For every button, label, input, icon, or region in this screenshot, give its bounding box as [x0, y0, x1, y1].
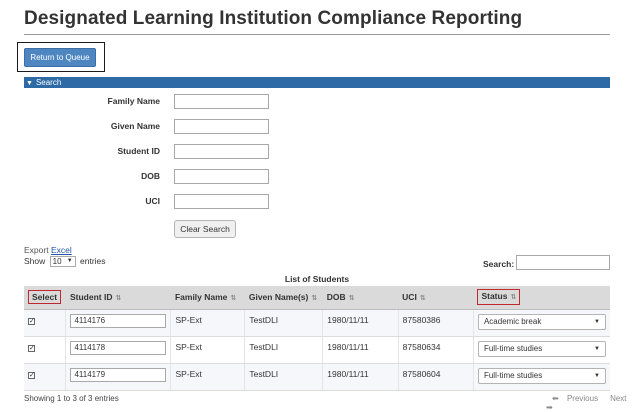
student-id-field[interactable]: 4114178 — [70, 340, 167, 355]
status-value: Full-time studies — [483, 370, 543, 380]
collapse-triangle-icon: ▼ — [26, 80, 33, 87]
table-search-label: Search: — [483, 259, 515, 269]
student-id-cell: 4114179 — [65, 363, 171, 391]
status-select[interactable]: Academic break ▼ — [477, 313, 606, 330]
previous-label: Previous — [566, 394, 599, 403]
dob-cell: 1980/11/11 — [322, 336, 399, 364]
status-select[interactable]: Full-time studies ▼ — [477, 367, 606, 384]
arrow-left-icon: ⬅ — [552, 394, 559, 403]
page-size-row: Show 10 ▼ entries — [24, 256, 106, 268]
students-table: Select Student ID ⇅ Family Name ⇅ Given Na… — [24, 286, 610, 391]
table-row: ✓ 4114178 SP-Ext TestDLI 1980/11/11 8758… — [24, 336, 610, 364]
select-header-highlight: Select — [28, 290, 62, 305]
page-size-value: 10 — [52, 257, 62, 267]
search-panel-title: Search — [35, 78, 62, 87]
table-info: Showing 1 to 3 of 3 entries — [24, 394, 119, 403]
student-id-cell: 4114176 — [65, 309, 171, 337]
col-header-dob[interactable]: DOB ⇅ — [322, 286, 399, 310]
family-name-cell: SP-Ext — [170, 336, 245, 364]
sort-icon: ⇅ — [510, 294, 517, 302]
given-names-cell: TestDLI — [244, 309, 323, 337]
table-row: ✓ 4114179 SP-Ext TestDLI 1980/11/11 8758… — [24, 363, 610, 391]
export-label: Export — [24, 245, 49, 255]
export-excel-link[interactable]: Excel — [51, 245, 72, 255]
dob-input[interactable] — [174, 169, 269, 184]
status-cell: Full-time studies ▼ — [472, 336, 610, 364]
export-row: Export Excel — [24, 245, 72, 255]
student-id-label: Student ID — [117, 146, 161, 156]
row-select-checkbox[interactable]: ✓ — [28, 371, 35, 379]
status-header-label: Status — [481, 291, 508, 302]
dob-label: DOB — [141, 171, 160, 181]
chevron-down-icon: ▼ — [594, 345, 600, 352]
given-names-header-label: Given Name(s) — [248, 292, 309, 303]
status-cell: Academic break ▼ — [472, 309, 610, 337]
student-id-header-label: Student ID — [69, 292, 113, 303]
dob-header-label: DOB — [326, 292, 346, 303]
arrow-right-icon: ➡ — [546, 403, 553, 412]
row-select-checkbox[interactable]: ✓ — [28, 344, 35, 352]
dob-cell: 1980/11/11 — [322, 309, 399, 337]
sort-icon: ⇅ — [230, 295, 237, 303]
sort-icon: ⇅ — [419, 295, 426, 303]
sort-icon: ⇅ — [348, 295, 355, 303]
table-search-input[interactable] — [516, 255, 610, 270]
col-header-select: Select — [24, 286, 66, 310]
table-header-row: Select Student ID ⇅ Family Name ⇅ Given Na… — [24, 286, 610, 310]
chevron-down-icon: ▼ — [594, 372, 600, 379]
row-select-checkbox[interactable]: ✓ — [28, 317, 35, 325]
select-cell: ✓ — [24, 363, 66, 391]
uci-input[interactable] — [174, 194, 269, 209]
chevron-down-icon: ▼ — [66, 258, 73, 265]
uci-cell: 87580386 — [397, 309, 474, 337]
clear-search-button[interactable]: Clear Search — [174, 220, 236, 238]
family-name-cell: SP-Ext — [170, 309, 245, 337]
chevron-down-icon: ▼ — [594, 318, 600, 325]
title-divider — [24, 34, 610, 35]
sort-icon: ⇅ — [115, 295, 122, 303]
col-header-status[interactable]: Status ⇅ — [473, 286, 610, 310]
uci-cell: 87580604 — [397, 363, 474, 391]
col-header-uci[interactable]: UCI ⇅ — [398, 286, 474, 310]
entries-label: entries — [80, 256, 106, 266]
previous-page-button[interactable]: ⬅ Previous — [546, 394, 598, 403]
student-id-input[interactable] — [174, 144, 269, 159]
col-header-family-name[interactable]: Family Name ⇅ — [170, 286, 245, 310]
page-title: Designated Learning Institution Complian… — [24, 8, 523, 29]
student-id-cell: 4114178 — [65, 336, 171, 364]
uci-label: UCI — [145, 196, 160, 206]
select-cell: ✓ — [24, 309, 66, 337]
status-select[interactable]: Full-time studies ▼ — [477, 340, 606, 357]
status-value: Academic break — [483, 316, 542, 326]
given-name-input[interactable] — [174, 119, 269, 134]
family-name-header-label: Family Name — [174, 292, 228, 303]
status-cell: Full-time studies ▼ — [472, 363, 610, 391]
sort-icon: ⇅ — [311, 295, 318, 303]
page-size-select[interactable]: 10 ▼ — [49, 256, 76, 268]
family-name-input[interactable] — [174, 94, 269, 109]
student-id-field[interactable]: 4114176 — [70, 313, 167, 328]
dob-cell: 1980/11/11 — [322, 363, 399, 391]
col-header-student-id[interactable]: Student ID ⇅ — [65, 286, 171, 310]
select-cell: ✓ — [24, 336, 66, 364]
student-id-field[interactable]: 4114179 — [70, 367, 167, 382]
status-header-highlight: Status ⇅ — [477, 289, 521, 306]
family-name-label: Family Name — [107, 96, 160, 106]
pagination: ⬅ Previous Next ➡ — [540, 394, 640, 412]
family-name-cell: SP-Ext — [170, 363, 245, 391]
given-names-cell: TestDLI — [244, 336, 323, 364]
given-name-label: Given Name — [110, 121, 160, 131]
search-panel-header[interactable]: ▼ Search — [24, 77, 610, 88]
table-row: ✓ 4114176 SP-Ext TestDLI 1980/11/11 8758… — [24, 309, 610, 337]
return-to-queue-button[interactable]: Return to Queue — [24, 48, 96, 67]
status-value: Full-time studies — [483, 343, 543, 353]
col-header-given-names[interactable]: Given Name(s) ⇅ — [244, 286, 323, 310]
uci-cell: 87580634 — [397, 336, 474, 364]
next-label: Next — [610, 394, 627, 403]
uci-header-label: UCI — [402, 292, 417, 303]
table-caption: List of Students — [284, 274, 350, 284]
given-names-cell: TestDLI — [244, 363, 323, 391]
show-label: Show — [24, 256, 46, 266]
